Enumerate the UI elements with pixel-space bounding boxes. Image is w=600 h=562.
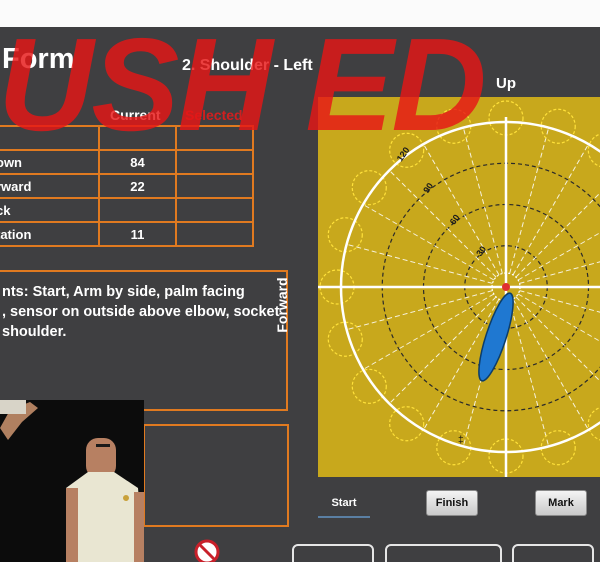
polar-plot-svg: 306090120 ‡ [318,97,600,477]
instruction-line: nts: Start, Arm by side, palm facing [2,284,245,300]
page-title: Form [2,43,75,75]
selected-value [175,173,254,199]
cursor-mark: ‡ [458,435,464,446]
selected-value [175,197,254,223]
axis-label-forward: Forward [274,277,290,333]
bottom-field-2[interactable] [385,544,502,562]
finish-button[interactable]: Finish [426,490,478,516]
table-row [0,125,254,151]
row-label: tation [0,221,100,247]
table-row[interactable]: rward 22 [0,173,254,199]
bottom-field-3[interactable] [512,544,594,562]
selected-value [175,149,254,175]
current-value: 11 [98,221,177,247]
row-label: own [0,149,100,175]
instruction-line: , sensor on outside above elbow, socket [2,304,280,320]
section-subtitle: 2. Shoulder - Left [182,57,313,74]
window-top-strip [0,0,600,28]
table-row[interactable]: ck [0,197,254,223]
current-value [98,197,177,223]
mark-button[interactable]: Mark [535,490,587,516]
axis-label-up: Up [496,75,516,92]
no-entry-logo-icon [194,539,220,562]
table-row[interactable]: own 84 [0,149,254,175]
instruction-line: shoulder. [2,324,67,340]
current-value: 22 [98,173,177,199]
row-label: ck [0,197,100,223]
start-tab[interactable]: Start [318,490,370,518]
presenter-video [0,400,144,562]
col-header-selected: Selected [185,107,243,123]
row-label: rward [0,173,100,199]
measurement-table: own 84 rward 22 ck tation 11 [0,125,254,247]
selected-value [175,221,254,247]
table-row[interactable]: tation 11 [0,221,254,247]
origin-marker [502,283,510,291]
bottom-field-1[interactable] [292,544,374,562]
app-stage: Form 2. Shoulder - Left Current Selected… [0,27,600,562]
notes-panel[interactable] [143,424,289,527]
current-value: 84 [98,149,177,175]
rom-polar-plot[interactable]: 30 60 90 120 ‡ [318,97,600,477]
instructions-panel: nts: Start, Arm by side, palm facing , s… [0,270,288,411]
col-header-current: Current [110,107,161,123]
